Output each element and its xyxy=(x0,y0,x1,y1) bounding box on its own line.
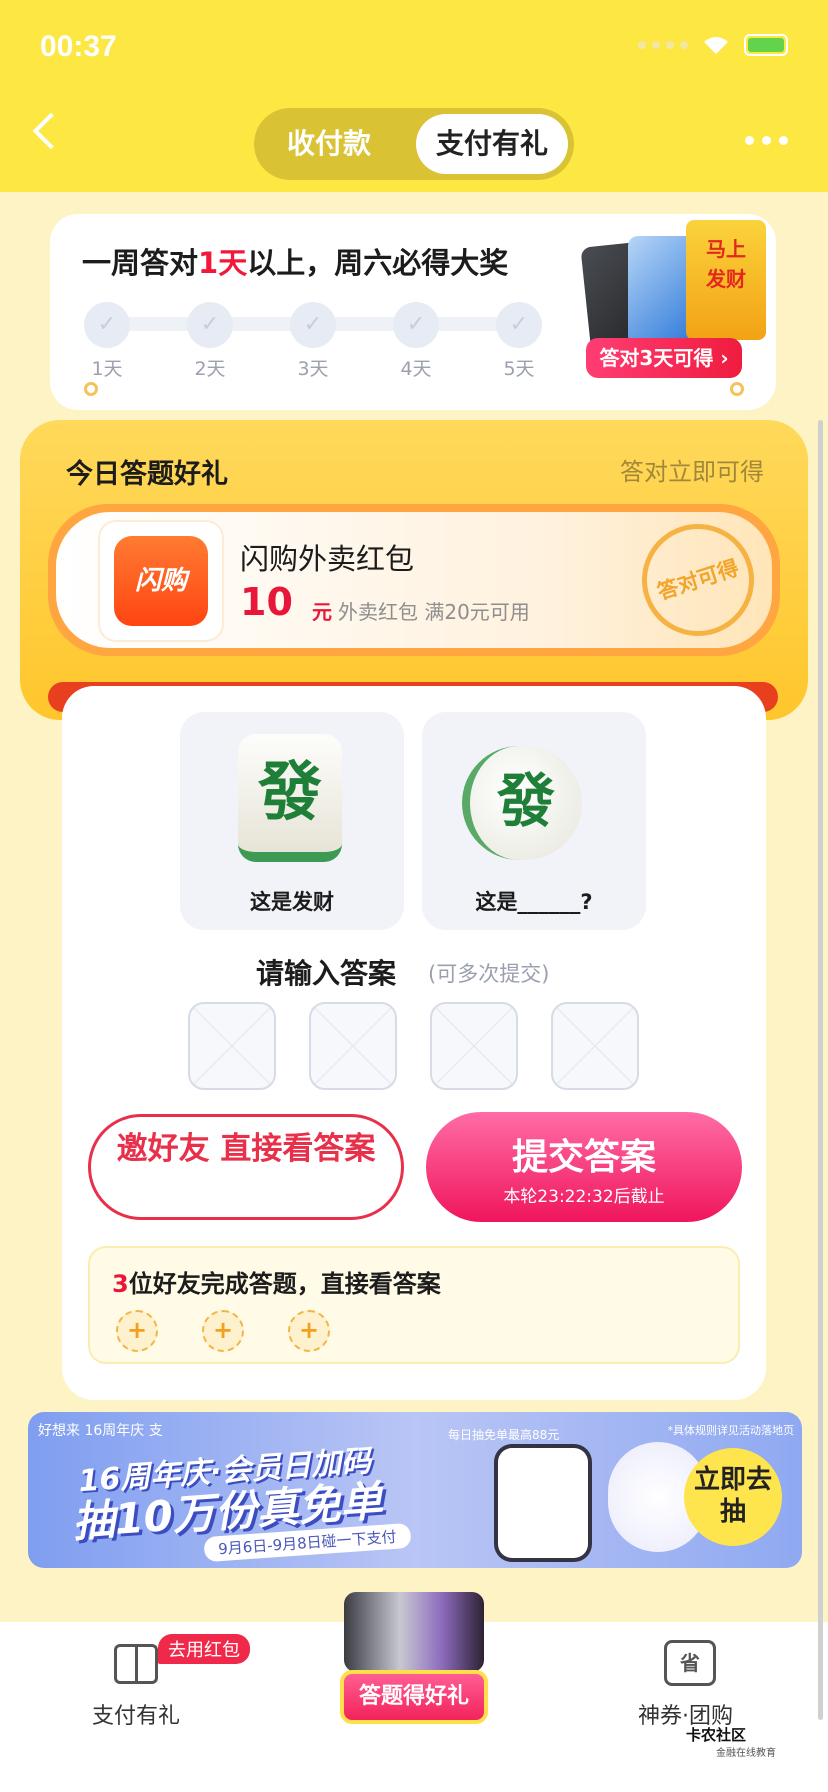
nav-center-label: 答题得好礼 xyxy=(340,1670,488,1724)
banner-cta-button[interactable]: 立即去抽 xyxy=(684,1448,782,1546)
segment-control: 收付款 支付有礼 xyxy=(254,108,574,180)
gift-subtitle: 答对立即可得 xyxy=(620,458,764,486)
quiz-card-question: 發 这是______? xyxy=(422,712,646,930)
add-friend-icon[interactable]: + xyxy=(202,1310,244,1352)
gift-title: 今日答题好礼 xyxy=(66,459,228,490)
watermark-sub: 金融在线教育 xyxy=(716,1748,776,1759)
answer-input-box[interactable] xyxy=(430,1002,518,1090)
nav-badge: 去用红包 xyxy=(158,1634,250,1664)
card-caption: 这是发财 xyxy=(250,890,334,914)
pin-icon xyxy=(730,382,744,396)
phone-image xyxy=(498,1448,588,1558)
more-icon[interactable] xyxy=(745,136,788,145)
check-icon: ✓ xyxy=(290,302,336,348)
tab-pay-gift[interactable]: 支付有礼 xyxy=(416,114,568,174)
answer-note: (可多次提交) xyxy=(428,962,550,986)
coupon-name: 闪购外卖红包 xyxy=(240,542,415,576)
banner-brands: 好想来 16周年庆 支 xyxy=(38,1423,163,1439)
tab-receive-pay[interactable]: 收付款 xyxy=(254,108,404,180)
save-coupon-icon[interactable]: 省 xyxy=(664,1640,716,1686)
pin-icon xyxy=(84,382,98,396)
shangou-logo: 闪购 xyxy=(114,536,208,626)
weekly-streak-card: 一周答对1天以上，周六必得大奖 ✓ ✓ ✓ ✓ ✓ 1天 2天 3天 4天 5天… xyxy=(50,214,776,410)
check-icon: ✓ xyxy=(187,302,233,348)
promo-banner[interactable]: 好想来 16周年庆 支 *具体规则详见活动落地页 16周年庆·会员日加码 抽10… xyxy=(28,1412,802,1568)
friend-help-text: 3位好友完成答题，直接看答案 xyxy=(112,1270,441,1298)
submit-answer-button[interactable]: 提交答案 本轮23:22:32后截止 xyxy=(426,1112,742,1222)
gift-icon[interactable] xyxy=(114,1644,158,1684)
invite-friends-button[interactable]: 邀好友 直接看答案 xyxy=(88,1114,404,1220)
prize-image xyxy=(344,1592,484,1672)
coupon-unit: 元 xyxy=(312,600,332,624)
coupon-card[interactable]: 闪购 闪购外卖红包 10 元 外卖红包 满20元可用 答对可得 xyxy=(48,504,780,656)
nav-item-quiz[interactable]: 答题得好礼 xyxy=(340,1592,488,1732)
quiz-card-example: 發 这是发财 xyxy=(180,712,404,930)
mahjong-coin-image: 發 xyxy=(462,746,582,860)
battery-icon xyxy=(744,34,788,56)
status-time: 00:37 xyxy=(40,30,117,63)
day-label: 2天 xyxy=(194,358,226,380)
submit-label: 提交答案 xyxy=(511,1137,656,1178)
answer-title: 请输入答案 xyxy=(256,957,397,990)
scrollbar[interactable] xyxy=(818,420,823,1720)
wifi-icon xyxy=(704,37,728,54)
check-icon: ✓ xyxy=(84,302,130,348)
answer-input-box[interactable] xyxy=(551,1002,639,1090)
add-friend-icon[interactable]: + xyxy=(288,1310,330,1352)
coupon-amount: 10 xyxy=(240,580,293,624)
check-icon: ✓ xyxy=(393,302,439,348)
day-label: 4天 xyxy=(400,358,432,380)
today-gift-panel: 今日答题好礼 答对立即可得 闪购 闪购外卖红包 10 元 外卖红包 满20元可用… xyxy=(20,420,808,720)
quiz-panel: 發 这是发财 發 这是______? 请输入答案 (可多次提交) 邀好友 直接看… xyxy=(62,686,766,1400)
answer-input-box[interactable] xyxy=(309,1002,397,1090)
check-icon: ✓ xyxy=(496,302,542,348)
banner-note: *具体规则详见活动落地页 xyxy=(667,1424,795,1437)
stamp-badge: 答对可得 xyxy=(627,509,769,651)
prize-tag-button[interactable]: 答对3天可得 › xyxy=(586,338,742,378)
mahjong-tile-image: 發 xyxy=(238,734,342,862)
banner-mid-text: 每日抽免单最高88元 xyxy=(448,1428,560,1442)
red-envelope-image: 马上 发财 xyxy=(686,220,766,340)
back-chevron-icon[interactable] xyxy=(32,112,70,150)
brand-logo-frame: 闪购 xyxy=(100,522,222,640)
coupon-desc: 外卖红包 满20元可用 xyxy=(338,600,530,624)
status-icons xyxy=(638,34,788,56)
day-label: 3天 xyxy=(297,358,329,380)
watermark-logo: 卡农社区 xyxy=(686,1726,747,1744)
friend-help-box: 3位好友完成答题，直接看答案 + + + xyxy=(88,1246,740,1364)
day-label: 5天 xyxy=(503,358,535,380)
add-friend-icon[interactable]: + xyxy=(116,1310,158,1352)
answer-input-box[interactable] xyxy=(188,1002,276,1090)
submit-deadline: 本轮23:22:32后截止 xyxy=(503,1187,665,1207)
weekly-title: 一周答对1天以上，周六必得大奖 xyxy=(82,246,509,280)
day-label: 1天 xyxy=(91,358,123,380)
signal-icon xyxy=(638,41,688,49)
bottom-nav: 去用红包 支付有礼 答题得好礼 省 神券·团购 xyxy=(0,1592,828,1792)
card-caption: 这是______? xyxy=(475,890,593,914)
top-header: 00:37 收付款 支付有礼 xyxy=(0,0,828,192)
nav-item-pay-gift[interactable]: 支付有礼 xyxy=(92,1698,180,1730)
